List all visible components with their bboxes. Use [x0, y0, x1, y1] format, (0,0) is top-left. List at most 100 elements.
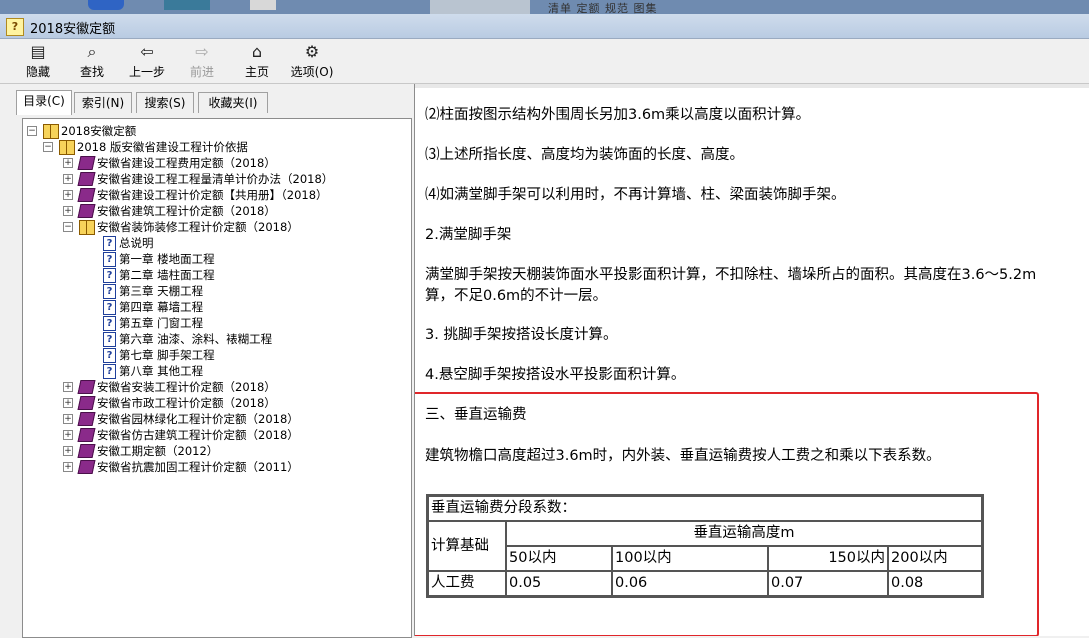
content-heading: 2.满堂脚手架	[425, 227, 512, 243]
collapse-icon[interactable]: −	[63, 222, 73, 232]
closed-book-icon	[77, 428, 96, 442]
closed-book-icon	[77, 444, 96, 458]
tab-index[interactable]: 索引(N)	[74, 92, 132, 113]
closed-book-icon	[77, 380, 96, 394]
tab-contents[interactable]: 目录(C)	[16, 90, 72, 115]
hide-button-label: 隐藏	[25, 65, 50, 79]
tree-node-label: 2018安徽定额	[61, 124, 137, 138]
background-window	[430, 0, 530, 14]
content-paragraph: 满堂脚手架按天棚装饰面水平投影面积计算，不扣除柱、墙垛所占的面积。其高度在3.6…	[425, 267, 1037, 283]
tree-node-label: 第四章 幕墙工程	[119, 300, 204, 314]
forward-button-label: 前进	[189, 65, 214, 79]
closed-book-icon	[77, 172, 96, 186]
tree-node-label: 安徽省建筑工程计价定额（2018）	[97, 204, 276, 218]
home-button-label: 主页	[244, 65, 269, 79]
contents-tree[interactable]: − 2018安徽定额 − 2018 版安徽省建设工程计价依据 + 安徽省建设工程…	[22, 118, 412, 638]
toolbar: ▤ 隐藏 ⌕ 查找 ⇦ 上一步 ⇨ 前进 ⌂ 主页 ⚙ 选项(O)	[0, 39, 1089, 84]
tree-node-label: 第五章 门窗工程	[119, 316, 204, 330]
back-arrow-icon: ⇦	[140, 42, 154, 61]
options-button[interactable]: ⚙ 选项(O)	[284, 41, 340, 81]
forward-arrow-icon: ⇨	[195, 42, 209, 61]
open-book-icon	[59, 140, 75, 155]
open-book-icon	[79, 220, 95, 235]
closed-book-icon	[77, 412, 96, 426]
tree-node-label: 第六章 油漆、涂料、裱糊工程	[119, 332, 273, 346]
tab-search[interactable]: 搜索(S)	[136, 92, 194, 113]
content-paragraph: ⑶上述所指长度、高度均为装饰面的长度、高度。	[425, 147, 744, 163]
navigation-pane: 目录(C) 索引(N) 搜索(S) 收藏夹(I) − 2018安徽定额 − 20…	[0, 84, 412, 638]
closed-book-icon	[77, 396, 96, 410]
background-app-icon	[88, 0, 124, 10]
help-page-icon: ?	[103, 236, 116, 251]
collapse-icon[interactable]: −	[27, 126, 37, 136]
tree-node-label: 安徽工期定额（2012）	[97, 444, 219, 458]
tree-node-label: 安徽省仿古建筑工程计价定额（2018）	[97, 428, 299, 442]
content-paragraph: 3. 挑脚手架按搭设长度计算。	[425, 327, 618, 343]
help-page-icon: ?	[103, 268, 116, 283]
tree-node-label: 安徽省抗震加固工程计价定额（2011）	[97, 460, 299, 474]
home-icon: ⌂	[251, 42, 263, 61]
find-icon: ⌕	[87, 42, 97, 61]
expand-icon[interactable]: +	[63, 430, 73, 440]
hide-button[interactable]: ▤ 隐藏	[10, 41, 66, 81]
find-button-label: 查找	[79, 65, 104, 79]
expand-icon[interactable]: +	[63, 206, 73, 216]
options-button-label: 选项(O)	[290, 65, 334, 79]
tree-node-label: 安徽省安装工程计价定额（2018）	[97, 380, 276, 394]
expand-icon[interactable]: +	[63, 462, 73, 472]
expand-icon[interactable]: +	[63, 446, 73, 456]
options-icon: ⚙	[304, 42, 320, 61]
tree-node-label: 第一章 楼地面工程	[119, 252, 215, 266]
content-paragraph: ⑷如满堂脚手架可以利用时，不再计算墙、柱、梁面装饰脚手架。	[425, 187, 846, 203]
closed-book-icon	[77, 460, 96, 474]
tab-favorites[interactable]: 收藏夹(I)	[198, 92, 268, 113]
tree-node-label: 安徽省建设工程费用定额（2018）	[97, 156, 276, 170]
back-button-label: 上一步	[128, 65, 165, 79]
tree-node-label: 第八章 其他工程	[119, 364, 204, 378]
help-page-icon: ?	[103, 332, 116, 347]
collapse-icon[interactable]: −	[43, 142, 53, 152]
home-button[interactable]: ⌂ 主页	[229, 41, 285, 81]
tree-node-label: 第七章 脚手架工程	[119, 348, 215, 362]
tree-node-label: 安徽省建设工程工程量清单计价办法（2018）	[97, 172, 334, 186]
expand-icon[interactable]: +	[63, 398, 73, 408]
background-windows-strip: 清单 定额 规范 图集	[0, 0, 1089, 14]
tree-node-label: 第二章 墙柱面工程	[119, 268, 215, 282]
help-page-icon: ?	[103, 284, 116, 299]
tree-node-label: 安徽省装饰装修工程计价定额（2018）	[97, 220, 299, 234]
content-paragraph: 4.悬空脚手架按搭设水平投影面积计算。	[425, 367, 686, 383]
find-button[interactable]: ⌕ 查找	[64, 41, 120, 81]
open-book-icon	[43, 124, 59, 139]
content-paragraph: ⑵柱面按图示结构外围周长另加3.6m乘以高度以面积计算。	[425, 107, 811, 123]
tree-node-label: 安徽省园林绿化工程计价定额（2018）	[97, 412, 299, 426]
help-book-icon: ?	[6, 18, 24, 36]
tree-node-label: 2018 版安徽省建设工程计价依据	[77, 140, 248, 154]
closed-book-icon	[77, 204, 96, 218]
content-paragraph: 算，不足0.6m的不计一层。	[425, 288, 608, 304]
highlight-annotation-box	[415, 392, 1039, 636]
window-title: 2018安徽定额	[30, 22, 116, 37]
topic-content-pane[interactable]: ⑵柱面按图示结构外围周长另加3.6m乘以高度以面积计算。 ⑶上述所指长度、高度均…	[414, 84, 1089, 636]
background-app-icon	[164, 0, 210, 10]
background-app-icon	[250, 0, 276, 10]
back-button[interactable]: ⇦ 上一步	[119, 41, 175, 81]
tree-node-label: 安徽省市政工程计价定额（2018）	[97, 396, 276, 410]
background-menu-text: 清单 定额 规范 图集	[548, 2, 658, 14]
help-page-icon: ?	[103, 364, 116, 379]
help-page-icon: ?	[103, 348, 116, 363]
title-bar[interactable]: ? 2018安徽定额	[0, 14, 1089, 39]
content-top-edge	[415, 84, 1089, 88]
expand-icon[interactable]: +	[63, 414, 73, 424]
hide-pane-icon: ▤	[30, 42, 46, 61]
expand-icon[interactable]: +	[63, 158, 73, 168]
tree-node-label: 第三章 天棚工程	[119, 284, 204, 298]
expand-icon[interactable]: +	[63, 382, 73, 392]
closed-book-icon	[77, 156, 96, 170]
tree-node-label: 总说明	[119, 236, 154, 250]
tree-node-label: 安徽省建设工程计价定额【共用册】（2018）	[97, 188, 328, 202]
expand-icon[interactable]: +	[63, 174, 73, 184]
help-page-icon: ?	[103, 300, 116, 315]
forward-button[interactable]: ⇨ 前进	[174, 41, 230, 81]
help-page-icon: ?	[103, 316, 116, 331]
expand-icon[interactable]: +	[63, 190, 73, 200]
